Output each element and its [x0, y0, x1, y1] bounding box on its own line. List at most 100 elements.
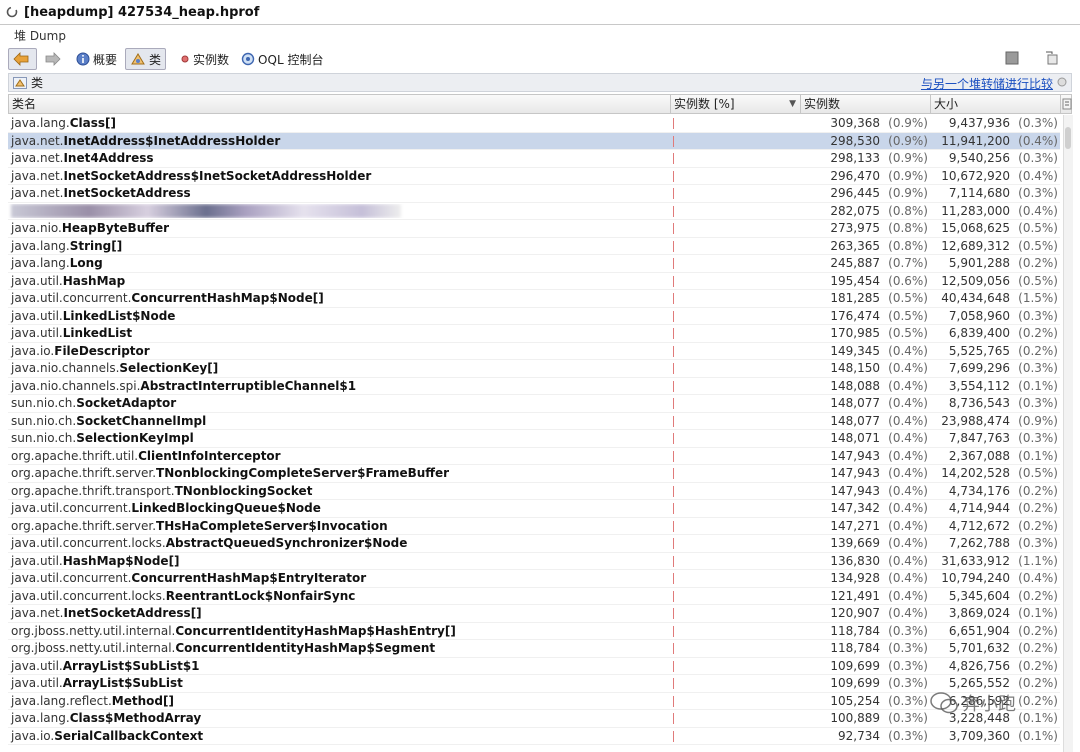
table-row[interactable]: java.net.InetSocketAddress$InetSocketAdd… — [8, 168, 1060, 185]
table-row[interactable]: org.apache.thrift.server.TNonblockingCom… — [8, 465, 1060, 483]
table-row[interactable]: sun.nio.ch.SocketChannelImpl 148,077 (0.4%… — [8, 413, 1060, 430]
collapse-icon[interactable] — [1057, 77, 1067, 87]
table-row[interactable]: java.io.SerialCallbackContext 92,734 (0.3%… — [8, 728, 1060, 745]
package-name: java.lang.reflect. — [11, 693, 112, 708]
size-value: 23,988,474 — [941, 413, 1010, 428]
instances-cell: 136,830 (0.4%) — [800, 554, 930, 568]
table-row[interactable]: java.net.InetSocketAddress[] 120,907 (0.4%… — [8, 605, 1060, 623]
table-row[interactable]: java.lang.reflect.Method[] 105,254 (0.3%) 6… — [8, 693, 1060, 710]
table-row[interactable]: java.util.LinkedList 170,985 (0.5%) 6,839,4… — [8, 325, 1060, 343]
instances-percent: (0.4%) — [888, 518, 928, 533]
table-row[interactable]: java.util.concurrent.LinkedBlockingQueue… — [8, 500, 1060, 518]
instances-pct-bar-cell — [670, 133, 800, 150]
table-row[interactable]: java.util.concurrent.ConcurrentHashMap$E… — [8, 570, 1060, 588]
column-header-instances-pct[interactable]: 实例数 [%] ▼ — [671, 95, 801, 113]
oql-console-button[interactable]: OQL 控制台 — [237, 49, 327, 69]
table-row[interactable]: java.net.InetAddress$InetAddressHolder 29… — [8, 132, 1060, 150]
instances-pct-bar-cell — [670, 255, 800, 272]
size-value: 5,345,604 — [948, 588, 1010, 603]
package-name: org.jboss.netty.util.internal. — [11, 641, 176, 656]
back-button[interactable] — [8, 48, 37, 70]
table-row[interactable]: java.lang.Class$MethodArray 100,889 (0.3%)… — [8, 710, 1060, 728]
size-cell: 31,633,912 (1.1%) — [930, 554, 1060, 568]
table-row[interactable]: java.lang.String[] 263,365 (0.8%) 12,689,31… — [8, 238, 1060, 255]
size-percent: (0.1%) — [1018, 448, 1058, 463]
instances-percent: (0.4%) — [888, 378, 928, 393]
package-name: java.lang. — [11, 238, 70, 253]
instances-value: 148,150 — [830, 361, 880, 376]
table-row[interactable]: java.net.Inet4Address 298,133 (0.9%) 9,540,… — [8, 150, 1060, 168]
table-row[interactable]: java.nio.channels.SelectionKey[] 148,150 (… — [8, 360, 1060, 378]
instance-icon — [181, 55, 189, 63]
watermark: 奔小跑 — [930, 690, 1016, 716]
snapshot-icon[interactable] — [1004, 50, 1020, 66]
package-name: java.util. — [11, 676, 63, 691]
table-row[interactable]: org.apache.thrift.server.THsHaCompleteSe… — [8, 518, 1060, 535]
table-row[interactable]: java.io.FileDescriptor 149,345 (0.4%) 5,525… — [8, 343, 1060, 360]
table-row[interactable]: org.apache.thrift.util.ClientInfoInterce… — [8, 448, 1060, 465]
instances-cell: 148,077 (0.4%) — [800, 396, 930, 410]
table-row[interactable]: java.util.HashMap 195,454 (0.6%) 12,509,056… — [8, 273, 1060, 290]
table-row[interactable]: java.net.InetSocketAddress 296,445 (0.9%) 7… — [8, 185, 1060, 203]
instances-value: 147,943 — [830, 466, 880, 481]
table-row[interactable]: java.lang.Long 245,887 (0.7%) 5,901,288 (0.2… — [8, 255, 1060, 273]
table-row[interactable]: java.util.LinkedList$Node 176,474 (0.5%) 7,… — [8, 308, 1060, 325]
column-header-class-name[interactable]: 类名 — [9, 95, 671, 113]
instances-pct-bar-cell — [670, 448, 800, 465]
table-row[interactable]: java.util.HashMap$Node[] 136,830 (0.4%) 31,… — [8, 553, 1060, 570]
redacted-class-name — [11, 204, 401, 218]
instances-cell: 147,342 (0.4%) — [800, 501, 930, 515]
instances-cell: 147,943 (0.4%) — [800, 449, 930, 463]
table-row[interactable]: java.lang.Class[] 309,368 (0.9%) 9,437,936 (… — [8, 115, 1060, 133]
class-name-cell: java.nio.channels.SelectionKey[] — [8, 361, 670, 375]
table-row[interactable]: java.nio.HeapByteBuffer 273,975 (0.8%) 15,0… — [8, 220, 1060, 238]
instances-cell: 273,975 (0.8%) — [800, 221, 930, 235]
table-row[interactable]: java.util.concurrent.locks.ReentrantLock… — [8, 588, 1060, 605]
tab-heap-dump[interactable]: 堆 Dump — [8, 26, 72, 44]
table-header: 类名 实例数 [%] ▼ 实例数 大小 — [8, 94, 1072, 114]
package-name: org.apache.thrift.server. — [11, 466, 157, 481]
instances-percent: (0.4%) — [888, 448, 928, 463]
instances-pct-bar — [673, 328, 674, 339]
instances-pct-bar — [673, 240, 674, 252]
window-title: [heapdump] 427534_heap.hprof — [24, 4, 260, 20]
table-row[interactable]: sun.nio.ch.SelectionKeyImpl 148,071 (0.4%)… — [8, 430, 1060, 448]
instances-value: 147,943 — [830, 448, 880, 463]
compare-heap-dump-link[interactable]: 与另一个堆转储进行比较 — [921, 75, 1053, 92]
classes-icon — [131, 53, 145, 65]
table-row[interactable]: java.nio.channels.spi.AbstractInterrupti… — [8, 378, 1060, 395]
class-name-cell: java.lang.Class[] — [8, 116, 670, 130]
column-selector-icon[interactable] — [1062, 96, 1072, 112]
class-name-cell: java.net.InetSocketAddress — [8, 186, 670, 200]
classes-button[interactable]: 类 — [125, 48, 167, 70]
table-row[interactable]: java.util.concurrent.locks.AbstractQueue… — [8, 535, 1060, 553]
table-row[interactable]: org.apache.thrift.transport.TNonblocking… — [8, 483, 1060, 500]
column-header-instances[interactable]: 实例数 — [801, 95, 931, 113]
table-row[interactable]: org.jboss.netty.util.internal.Concurrent… — [8, 623, 1060, 640]
class-name-cell: java.util.concurrent.locks.ReentrantLock… — [8, 589, 670, 603]
table-row[interactable]: sun.nio.ch.SocketAdaptor 148,077 (0.4%) 8,7… — [8, 395, 1060, 413]
class-simple-name: LinkedList — [62, 326, 133, 341]
export-icon[interactable] — [1044, 50, 1060, 66]
table-row[interactable]: java.util.concurrent.ConcurrentHashMap$N… — [8, 290, 1060, 308]
class-simple-name: Class$MethodArray — [69, 711, 202, 726]
class-name-cell: java.util.ArrayList$SubList — [8, 676, 670, 690]
class-name-cell: java.util.concurrent.locks.AbstractQueue… — [8, 536, 670, 550]
table-row[interactable]: org.jboss.netty.util.internal.Concurrent… — [8, 640, 1060, 658]
vertical-scrollbar[interactable] — [1063, 115, 1073, 752]
package-name: java.util. — [11, 308, 63, 323]
package-name: org.apache.thrift.util. — [11, 448, 139, 463]
table-row[interactable]: java.util.ArrayList$SubList$1 109,699 (0.3… — [8, 658, 1060, 675]
table-row[interactable]: java.util.ArrayList$SubList 109,699 (0.3%)… — [8, 675, 1060, 693]
size-cell: 4,714,944 (0.2%) — [930, 501, 1060, 515]
table-row[interactable]: 282,075 (0.8%) 11,283,000 (0.4%) — [8, 203, 1060, 220]
summary-button[interactable]: 概要 — [72, 49, 121, 69]
forward-button[interactable] — [41, 49, 68, 69]
scrollbar-thumb[interactable] — [1065, 127, 1071, 149]
instances-button[interactable]: 实例数 — [176, 49, 233, 69]
size-cell: 2,367,088 (0.1%) — [930, 449, 1060, 463]
class-simple-name: Method[] — [111, 693, 174, 708]
info-icon — [76, 52, 90, 66]
size-value: 3,709,360 — [948, 728, 1010, 743]
column-header-size[interactable]: 大小 — [931, 95, 1061, 113]
